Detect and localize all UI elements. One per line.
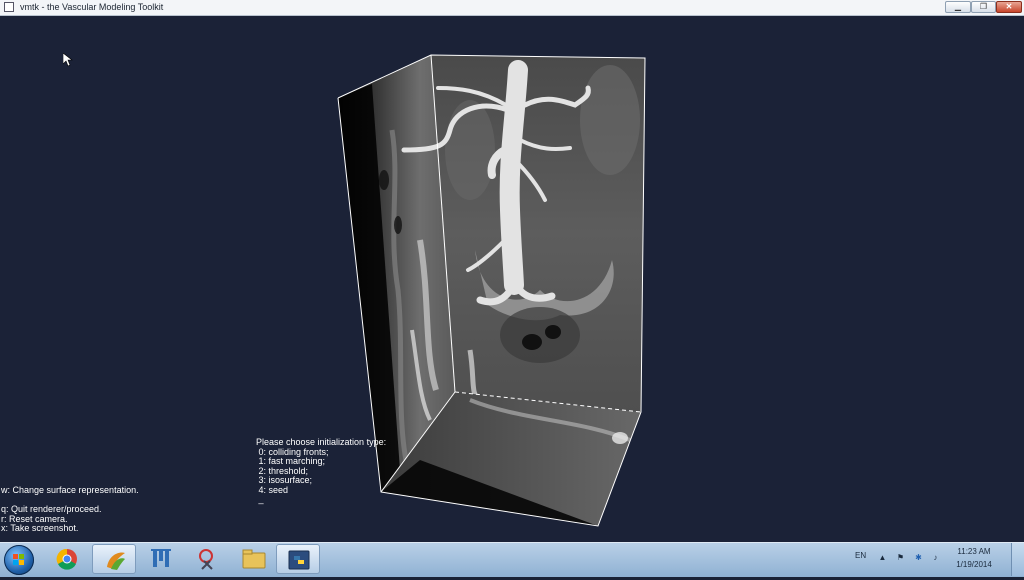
- language-indicator[interactable]: EN: [855, 551, 866, 560]
- taskbar-item-fiji[interactable]: [139, 544, 183, 574]
- python-icon: [288, 550, 310, 570]
- window-titlebar[interactable]: vmtk - the Vascular Modeling Toolkit ▁ ❐…: [0, 0, 1024, 16]
- taskbar-item-chrome[interactable]: [45, 544, 89, 574]
- windows-logo-icon: [13, 554, 24, 565]
- clock-time[interactable]: 11:23 AM: [952, 547, 996, 556]
- chrome-icon: [56, 548, 77, 570]
- minimize-icon: ▁: [954, 2, 962, 11]
- show-hidden-icons-icon[interactable]: ▲: [878, 553, 887, 562]
- fiji-icon: [151, 549, 171, 567]
- network-icon[interactable]: ✱: [914, 553, 923, 562]
- window-title: vmtk - the Vascular Modeling Toolkit: [20, 2, 164, 12]
- minimize-button[interactable]: ▁: [945, 1, 971, 13]
- maximize-button[interactable]: ❐: [971, 1, 996, 13]
- render-viewport[interactable]: Please choose initialization type: 0: co…: [0, 16, 1024, 542]
- keyboard-help-text: w: Change surface representation. q: Qui…: [1, 485, 139, 533]
- taskbar-item-file-explorer[interactable]: [232, 544, 276, 574]
- close-button[interactable]: ✕: [996, 1, 1022, 13]
- restore-icon: ❐: [979, 2, 988, 11]
- start-button[interactable]: [4, 545, 34, 575]
- initialization-menu-text: Please choose initialization type: 0: co…: [256, 437, 387, 504]
- close-icon: ✕: [1005, 2, 1013, 11]
- clock-date[interactable]: 1/19/2014: [952, 560, 996, 569]
- taskbar-item-snipping-tool[interactable]: [186, 544, 230, 574]
- taskbar-item-vmtk[interactable]: [92, 544, 136, 574]
- taskbar-item-python[interactable]: [276, 544, 320, 574]
- volume-icon[interactable]: ♪: [931, 553, 940, 562]
- app-window-icon: [4, 2, 14, 12]
- action-center-flag-icon[interactable]: ⚑: [896, 553, 905, 562]
- file-explorer-icon: [242, 549, 266, 569]
- coronal-slice: [431, 55, 645, 412]
- ct-volume-render[interactable]: [0, 16, 1024, 542]
- mouse-cursor-icon: [63, 53, 73, 67]
- vmtk-icon: [107, 552, 125, 570]
- show-desktop-button[interactable]: [1011, 543, 1024, 576]
- snipping-tool-icon: [199, 549, 213, 570]
